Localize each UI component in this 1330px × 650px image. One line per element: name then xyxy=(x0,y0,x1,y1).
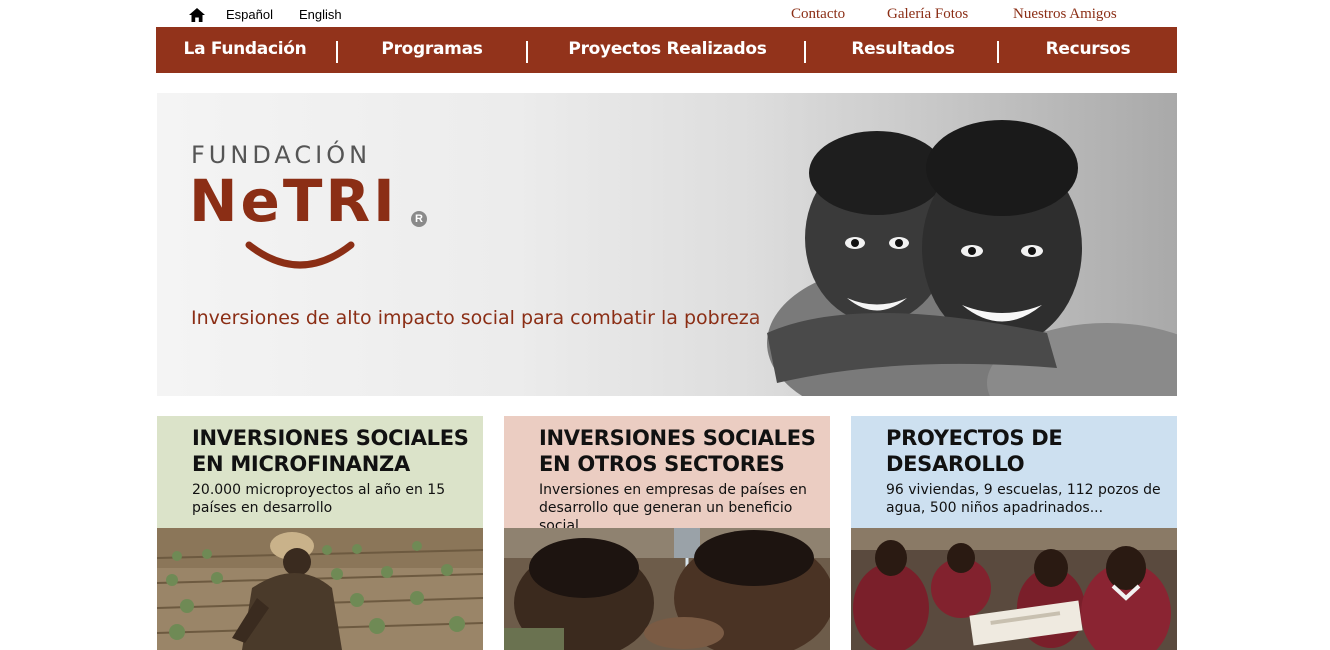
card-header: PROYECTOS DE DESAROLLO 96 viviendas, 9 e… xyxy=(851,416,1177,528)
card-title-line: EN OTROS SECTORES xyxy=(539,452,785,476)
registered-mark: R xyxy=(411,211,427,227)
card-microfinanza[interactable]: INVERSIONES SOCIALES EN MICROFINANZA 20.… xyxy=(157,416,483,650)
card-title-line: INVERSIONES SOCIALES xyxy=(192,426,469,450)
nav-divider xyxy=(804,41,806,63)
nav-divider xyxy=(336,41,338,63)
home-icon[interactable] xyxy=(189,8,205,22)
card-otros-sectores[interactable]: INVERSIONES SOCIALES EN OTROS SECTORES I… xyxy=(504,416,830,650)
card-description: 96 viviendas, 9 escuelas, 112 pozos de a… xyxy=(886,482,1161,516)
card-proyectos-desarollo[interactable]: PROYECTOS DE DESAROLLO 96 viviendas, 9 e… xyxy=(851,416,1177,650)
nav-item-la-fundacion[interactable]: La Fundación xyxy=(170,27,320,73)
card-description: 20.000 microproyectos al año en 15 paíse… xyxy=(192,482,446,516)
card-header: INVERSIONES SOCIALES EN OTROS SECTORES I… xyxy=(504,416,830,534)
nav-item-resultados[interactable]: Resultados xyxy=(822,27,984,73)
language-english-link[interactable]: English xyxy=(299,7,342,22)
card-title[interactable]: INVERSIONES SOCIALES EN OTROS SECTORES xyxy=(539,425,819,477)
galeria-fotos-link[interactable]: Galería Fotos xyxy=(887,6,968,23)
language-espanol-link[interactable]: Español xyxy=(226,7,273,22)
card-title-line: EN MICROFINANZA xyxy=(192,452,410,476)
nav-item-recursos[interactable]: Recursos xyxy=(1012,27,1164,73)
children-drinking-water-photo xyxy=(504,528,830,650)
card-description: Inversiones en empresas de países en des… xyxy=(539,482,807,534)
contacto-link[interactable]: Contacto xyxy=(791,6,845,23)
nuestros-amigos-link[interactable]: Nuestros Amigos xyxy=(1013,6,1117,23)
schoolchildren-photo xyxy=(851,528,1177,650)
brand-name-main: NeTRI xyxy=(189,167,398,235)
card-title[interactable]: PROYECTOS DE DESAROLLO xyxy=(886,425,1166,477)
main-nav: La Fundación Programas Proyectos Realiza… xyxy=(156,27,1177,73)
nav-item-proyectos-realizados[interactable]: Proyectos Realizados xyxy=(546,27,789,73)
nav-item-programas[interactable]: Programas xyxy=(352,27,512,73)
brand-name-top: FUNDACIÓN xyxy=(191,141,372,169)
nav-divider xyxy=(526,41,528,63)
card-title-line: DESAROLLO xyxy=(886,452,1025,476)
card-header: INVERSIONES SOCIALES EN MICROFINANZA 20.… xyxy=(157,416,483,528)
card-title-line: INVERSIONES SOCIALES xyxy=(539,426,816,450)
nav-divider xyxy=(997,41,999,63)
hero-tagline: Inversiones de alto impacto social para … xyxy=(191,307,761,329)
top-bar: Español English Contacto Galería Fotos N… xyxy=(156,0,1177,27)
card-title-line: PROYECTOS DE xyxy=(886,426,1063,450)
farmer-photo xyxy=(157,528,483,650)
card-title[interactable]: INVERSIONES SOCIALES EN MICROFINANZA xyxy=(192,425,472,477)
logo-smile-icon xyxy=(245,241,355,269)
children-photo xyxy=(747,93,1177,396)
hero-banner: FUNDACIÓN NeTRI R Inversiones de alto im… xyxy=(157,93,1177,396)
